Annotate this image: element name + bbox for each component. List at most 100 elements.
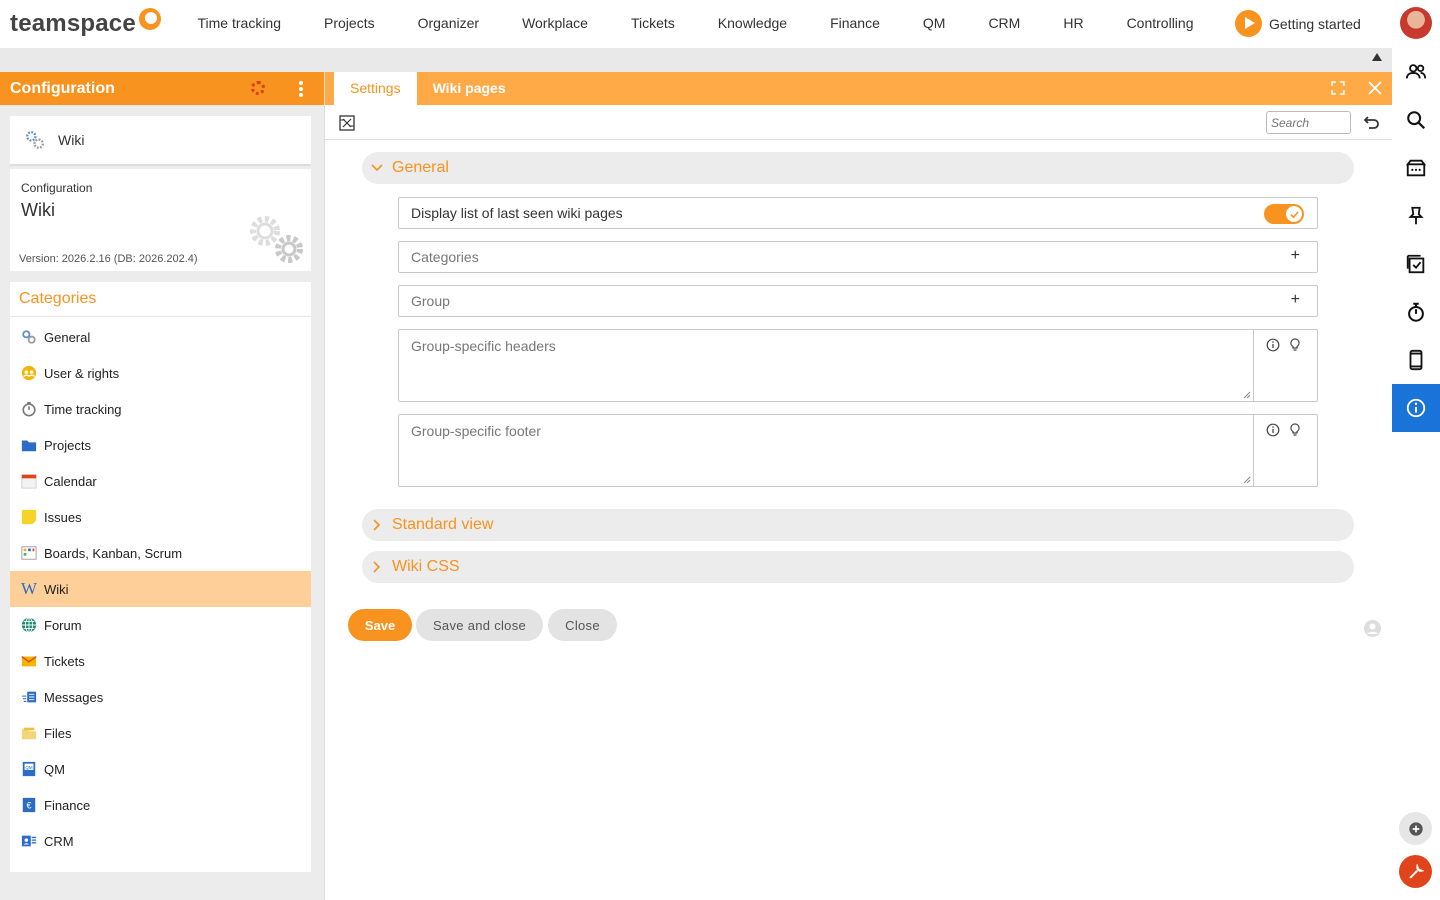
search-input[interactable] bbox=[1266, 111, 1351, 134]
category-label: Boards, Kanban, Scrum bbox=[44, 545, 183, 561]
category-label: Finance bbox=[44, 797, 91, 813]
timer-sidebar-button[interactable] bbox=[1392, 288, 1440, 336]
category-forum[interactable]: Forum bbox=[10, 607, 311, 643]
categories-list: General User & rights Time tracking Proj… bbox=[10, 317, 311, 859]
nav-time-tracking[interactable]: Time tracking bbox=[176, 0, 303, 48]
nav-projects[interactable]: Projects bbox=[303, 0, 397, 48]
nav-tickets[interactable]: Tickets bbox=[609, 0, 696, 48]
nav-finance[interactable]: Finance bbox=[809, 0, 902, 48]
nav-hr[interactable]: HR bbox=[1042, 0, 1105, 48]
messages-icon bbox=[20, 688, 38, 706]
search-sidebar-button[interactable] bbox=[1392, 96, 1440, 144]
category-label: Forum bbox=[44, 617, 82, 633]
save-and-close-button[interactable]: Save and close bbox=[416, 609, 543, 641]
sticky-note-icon bbox=[20, 508, 38, 526]
save-button[interactable]: Save bbox=[348, 609, 412, 641]
svg-text:€: € bbox=[27, 801, 32, 811]
nav-knowledge[interactable]: Knowledge bbox=[696, 0, 808, 48]
play-icon bbox=[1235, 10, 1262, 37]
category-projects[interactable]: Projects bbox=[10, 427, 311, 463]
plus-circle-icon bbox=[1408, 821, 1423, 836]
mobile-sidebar-button[interactable] bbox=[1392, 336, 1440, 384]
category-crm[interactable]: CRM bbox=[10, 823, 311, 859]
configuration-title: Configuration bbox=[10, 79, 115, 97]
chevron-down-icon bbox=[371, 164, 383, 172]
info-sidebar-button[interactable] bbox=[1392, 384, 1440, 432]
add-category-plus-icon[interactable]: + bbox=[1291, 247, 1300, 265]
resize-handle-icon[interactable] bbox=[1243, 391, 1251, 399]
contacts-sidebar-button[interactable] bbox=[1392, 48, 1440, 96]
category-wiki[interactable]: W Wiki bbox=[10, 571, 311, 607]
section-general-title: General bbox=[392, 159, 449, 176]
category-tickets[interactable]: Tickets bbox=[10, 643, 311, 679]
export-excel-icon[interactable] bbox=[339, 115, 355, 131]
collapse-up-icon[interactable] bbox=[1372, 53, 1382, 61]
category-label: Tickets bbox=[44, 653, 85, 669]
logo-mark-icon bbox=[138, 8, 161, 30]
section-wiki-css[interactable]: Wiki CSS bbox=[362, 551, 1354, 583]
category-issues[interactable]: Issues bbox=[10, 499, 311, 535]
logo-text: teamspace bbox=[10, 10, 136, 37]
category-label: Messages bbox=[44, 689, 104, 705]
category-user-rights[interactable]: User & rights bbox=[10, 355, 311, 391]
user-avatar[interactable] bbox=[1400, 7, 1432, 39]
section-general[interactable]: General bbox=[362, 152, 1354, 184]
tools-button[interactable] bbox=[1399, 855, 1432, 888]
people-icon bbox=[1405, 64, 1427, 79]
undo-icon[interactable] bbox=[1363, 113, 1381, 131]
close-icon[interactable] bbox=[1368, 81, 1382, 95]
getting-started-button[interactable]: Getting started bbox=[1235, 10, 1361, 37]
tab-settings[interactable]: Settings bbox=[334, 72, 417, 105]
inbox-sidebar-button[interactable] bbox=[1392, 144, 1440, 192]
group-footer-textarea[interactable]: Group-specific footer bbox=[398, 414, 1318, 487]
category-finance[interactable]: € Finance bbox=[10, 787, 311, 823]
stopwatch-icon bbox=[20, 400, 38, 418]
configuration-label: Configuration bbox=[21, 181, 93, 195]
settings-gear-icon[interactable] bbox=[251, 81, 265, 95]
maximize-icon[interactable] bbox=[1331, 81, 1345, 95]
module-selector-label: Wiki bbox=[58, 132, 85, 148]
pin-sidebar-button[interactable] bbox=[1392, 192, 1440, 240]
module-selector[interactable]: Wiki bbox=[10, 116, 311, 166]
nav-workplace[interactable]: Workplace bbox=[501, 0, 610, 48]
category-files[interactable]: Files bbox=[10, 715, 311, 751]
chevron-right-icon bbox=[373, 561, 381, 573]
resize-handle-icon[interactable] bbox=[1243, 476, 1251, 484]
teamspace-logo[interactable]: teamspace bbox=[10, 8, 161, 38]
group-field[interactable]: Group + bbox=[398, 285, 1318, 317]
lightbulb-icon[interactable] bbox=[1288, 423, 1302, 437]
last-seen-wiki-pages-toggle[interactable] bbox=[1264, 204, 1304, 224]
category-label: User & rights bbox=[44, 365, 120, 381]
category-time-tracking[interactable]: Time tracking bbox=[10, 391, 311, 427]
nav-organizer[interactable]: Organizer bbox=[396, 0, 500, 48]
nav-crm[interactable]: CRM bbox=[967, 0, 1042, 48]
tasks-sidebar-button[interactable] bbox=[1392, 240, 1440, 288]
category-messages[interactable]: Messages bbox=[10, 679, 311, 715]
lightbulb-icon[interactable] bbox=[1288, 338, 1302, 352]
ticket-icon bbox=[20, 652, 38, 670]
category-qm[interactable]: QM QM bbox=[10, 751, 311, 787]
info-icon[interactable] bbox=[1266, 338, 1280, 352]
add-group-plus-icon[interactable]: + bbox=[1291, 291, 1300, 309]
category-label: Time tracking bbox=[44, 401, 122, 417]
info-icon[interactable] bbox=[1266, 423, 1280, 437]
nav-controlling[interactable]: Controlling bbox=[1105, 0, 1215, 48]
right-sidebar bbox=[1392, 48, 1440, 900]
category-boards[interactable]: Boards, Kanban, Scrum bbox=[10, 535, 311, 571]
info-icon bbox=[1406, 398, 1426, 418]
section-standard-view[interactable]: Standard view bbox=[362, 509, 1354, 541]
more-options-icon[interactable] bbox=[299, 81, 303, 97]
category-calendar[interactable]: Calendar bbox=[10, 463, 311, 499]
category-label: CRM bbox=[44, 833, 74, 849]
nav-qm[interactable]: QM bbox=[901, 0, 967, 48]
categories-field[interactable]: Categories + bbox=[398, 241, 1318, 273]
group-headers-textarea[interactable]: Group-specific headers bbox=[398, 329, 1318, 402]
add-widget-button[interactable] bbox=[1399, 812, 1432, 845]
toolbar bbox=[325, 105, 1392, 140]
group-footer-placeholder: Group-specific footer bbox=[411, 423, 541, 439]
category-label: Calendar bbox=[44, 473, 97, 489]
category-general[interactable]: General bbox=[10, 319, 311, 355]
calendar-icon bbox=[20, 472, 38, 490]
close-button[interactable]: Close bbox=[548, 609, 617, 641]
tab-wiki-pages[interactable]: Wiki pages bbox=[417, 72, 522, 105]
